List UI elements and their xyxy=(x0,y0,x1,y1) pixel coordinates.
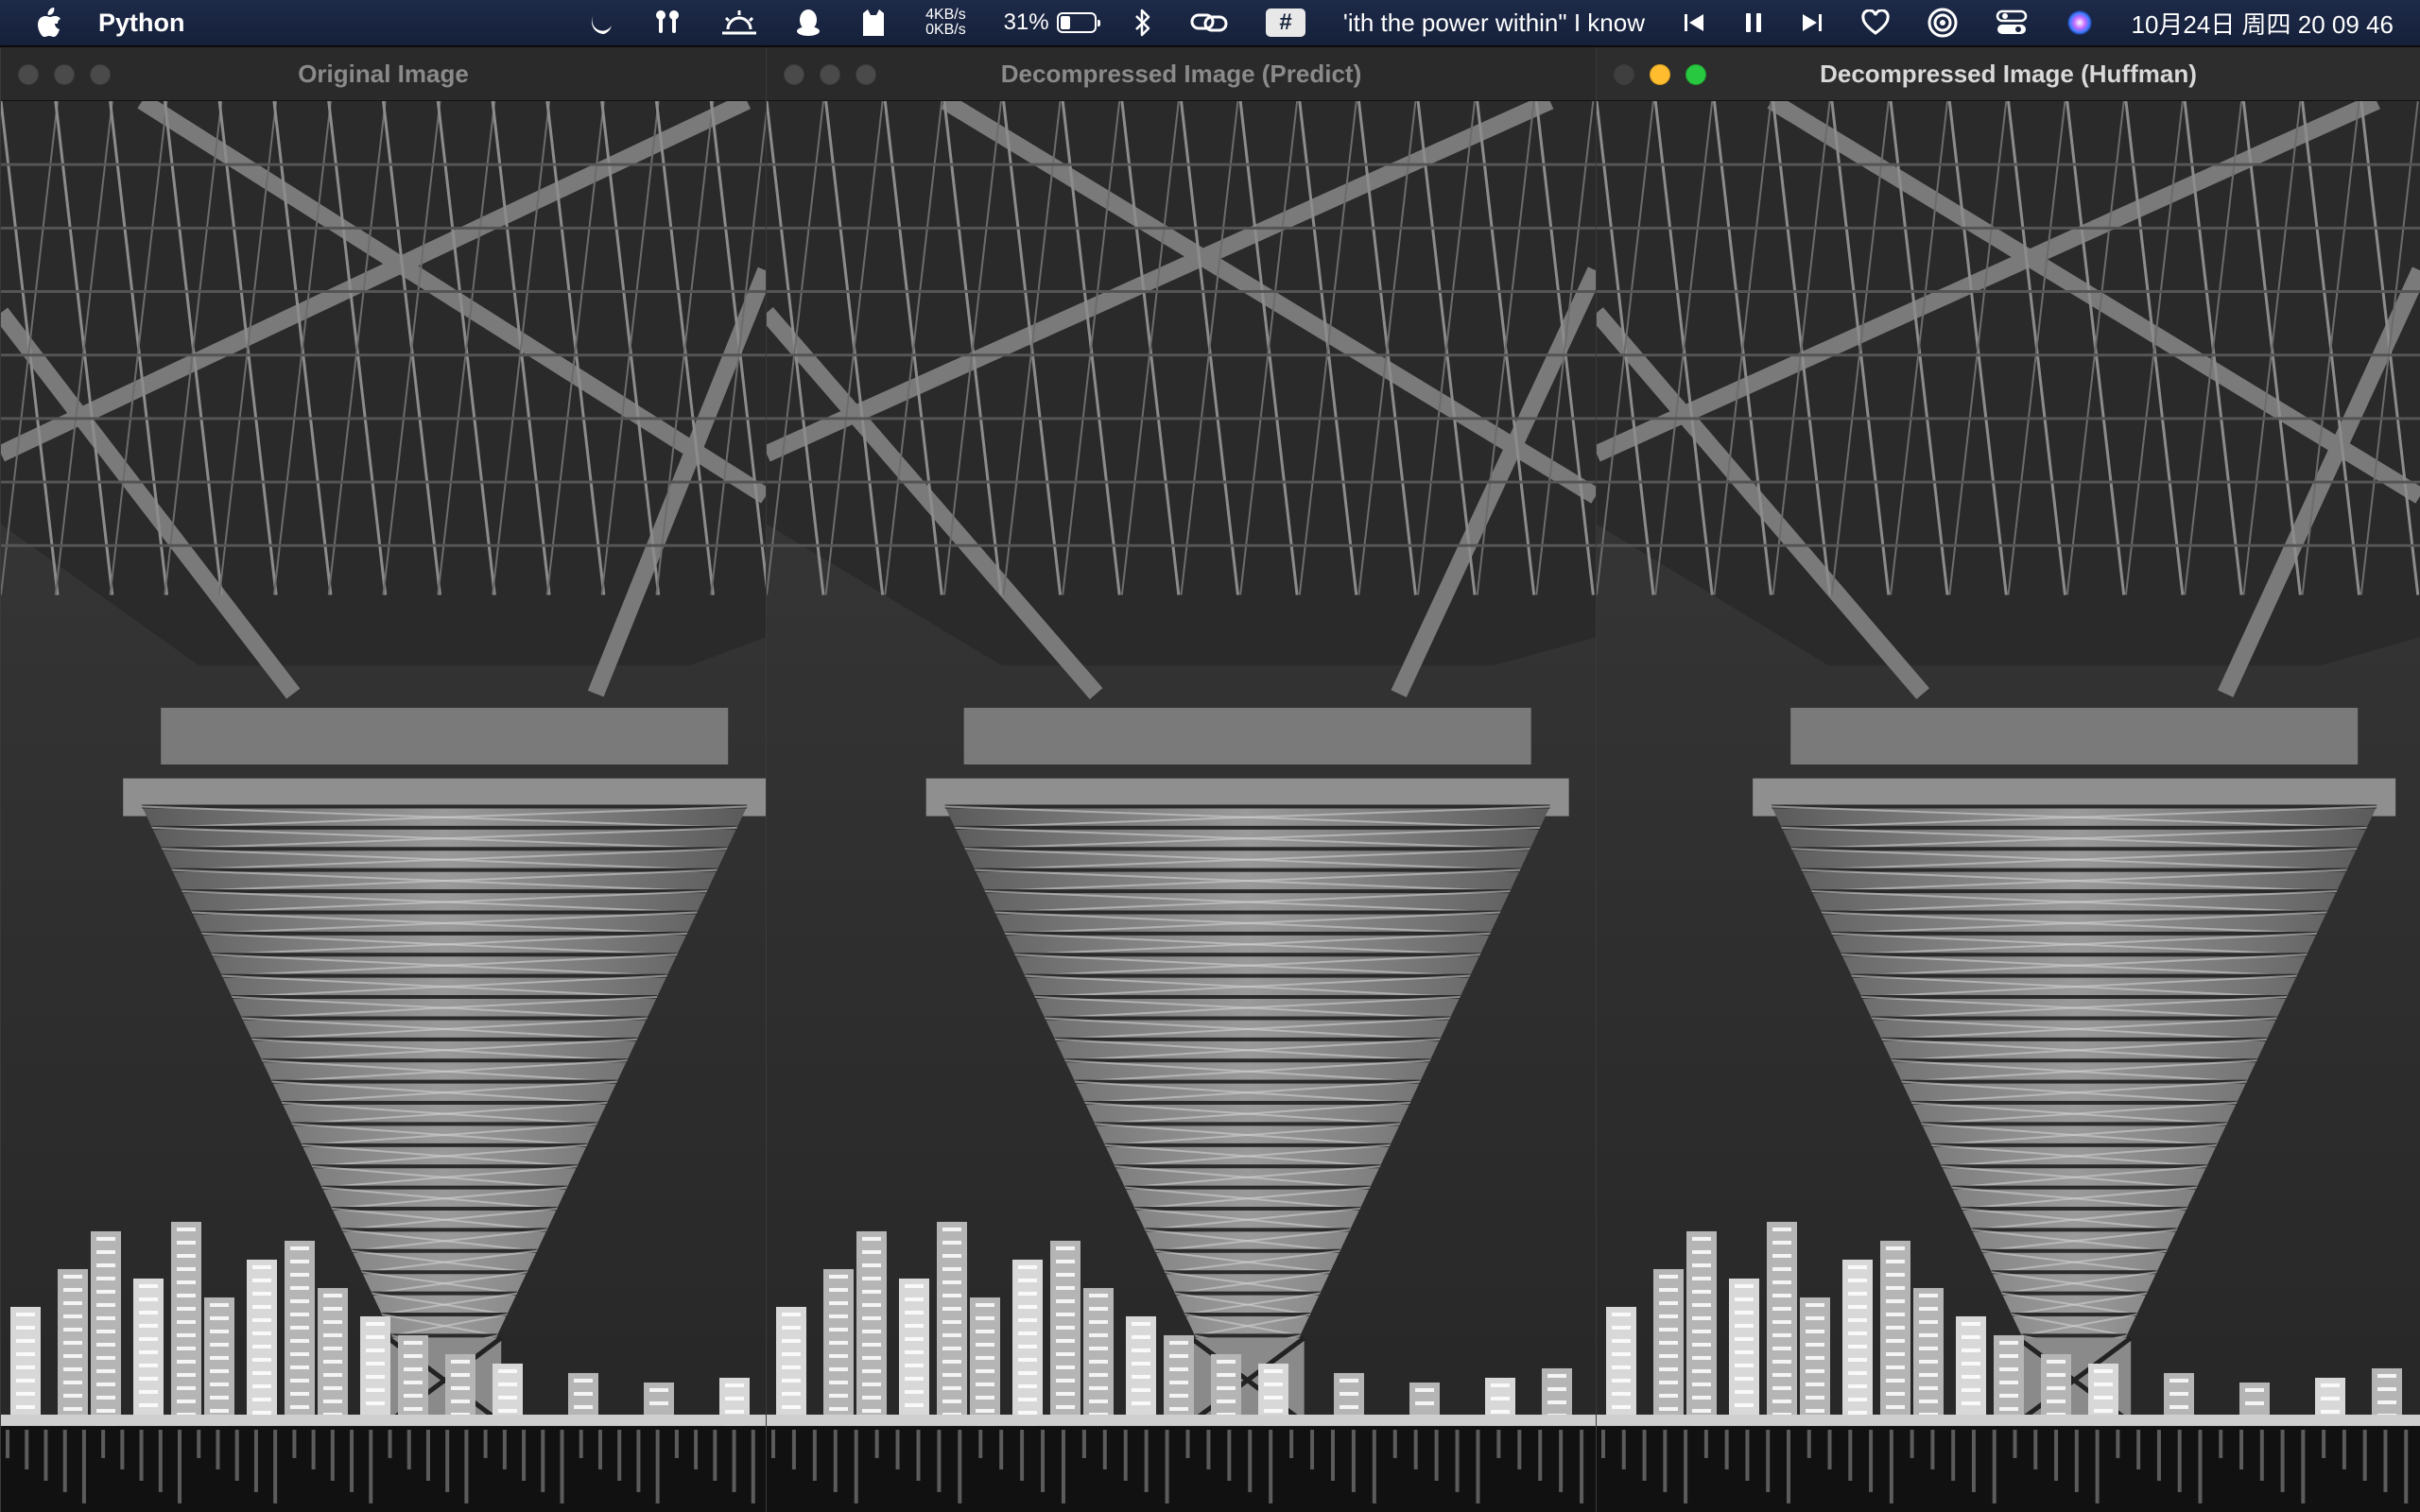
window-titlebar[interactable]: Original Image xyxy=(1,47,766,101)
zoom-button[interactable] xyxy=(856,64,876,85)
window-title: Original Image xyxy=(298,59,469,88)
bluetooth-icon[interactable] xyxy=(1133,8,1152,38)
image-canvas xyxy=(767,101,1596,1512)
close-button[interactable] xyxy=(1614,64,1634,85)
close-button[interactable] xyxy=(18,64,39,85)
battery-percent: 31% xyxy=(1003,9,1049,35)
sunset-icon[interactable] xyxy=(720,9,758,37)
window-title: Decompressed Image (Huffman) xyxy=(1820,59,2197,88)
window-titlebar[interactable]: Decompressed Image (Huffman) xyxy=(1597,47,2420,101)
zoom-button[interactable] xyxy=(1685,64,1706,85)
hash-badge[interactable]: # xyxy=(1266,9,1306,37)
now-playing-lyric[interactable]: ʹith the power within" I know xyxy=(1343,9,1645,38)
clock[interactable]: 10月24日 周四 20 09 46 xyxy=(2131,6,2394,41)
heart-icon[interactable] xyxy=(1861,9,1890,36)
minimize-button[interactable] xyxy=(54,64,75,85)
zoom-button[interactable] xyxy=(90,64,111,85)
cat-icon[interactable] xyxy=(859,8,888,38)
net-down-speed: 0KB/s xyxy=(925,22,966,38)
bridge-photo xyxy=(1597,101,2420,1512)
image-canvas xyxy=(1597,101,2420,1512)
battery-fill xyxy=(1060,16,1071,29)
bridge-photo xyxy=(767,101,1596,1512)
app-name-menu[interactable]: Python xyxy=(98,9,185,38)
net-up-speed: 4KB/s xyxy=(925,7,966,23)
minimize-button[interactable] xyxy=(1650,64,1670,85)
close-button[interactable] xyxy=(784,64,804,85)
network-speed[interactable]: 4KB/s 0KB/s xyxy=(925,8,966,38)
window-title: Decompressed Image (Predict) xyxy=(1000,59,1362,88)
control-center-icon[interactable] xyxy=(1996,9,2028,37)
airpods-icon[interactable] xyxy=(652,9,683,37)
traffic-lights xyxy=(18,64,111,85)
window-titlebar[interactable]: Decompressed Image (Predict) xyxy=(767,47,1596,101)
apple-menu-icon[interactable] xyxy=(36,8,64,37)
battery-icon xyxy=(1056,12,1100,33)
link-icon[interactable] xyxy=(1190,9,1228,36)
traffic-lights xyxy=(1614,64,1706,85)
bridge-photo xyxy=(1,101,766,1512)
menu-bar: Python 4KB/s 0KB/s 31% # ʹith the power … xyxy=(0,0,2420,45)
music-app-icon[interactable] xyxy=(1927,8,1958,38)
window-decompressed-predict[interactable]: Decompressed Image (Predict) xyxy=(766,47,1596,1512)
moon-icon[interactable] xyxy=(586,9,614,37)
image-canvas xyxy=(1,101,766,1512)
qq-penguin-icon[interactable] xyxy=(795,8,821,38)
pause-icon[interactable] xyxy=(1743,11,1764,34)
window-original-image[interactable]: Original Image xyxy=(0,47,766,1512)
minimize-button[interactable] xyxy=(820,64,840,85)
previous-track-icon[interactable] xyxy=(1683,11,1705,34)
next-track-icon[interactable] xyxy=(1801,11,1824,34)
traffic-lights xyxy=(784,64,876,85)
battery-status[interactable]: 31% xyxy=(1003,9,1100,36)
siri-icon[interactable] xyxy=(2066,9,2094,37)
window-decompressed-huffman[interactable]: Decompressed Image (Huffman) xyxy=(1596,47,2420,1512)
